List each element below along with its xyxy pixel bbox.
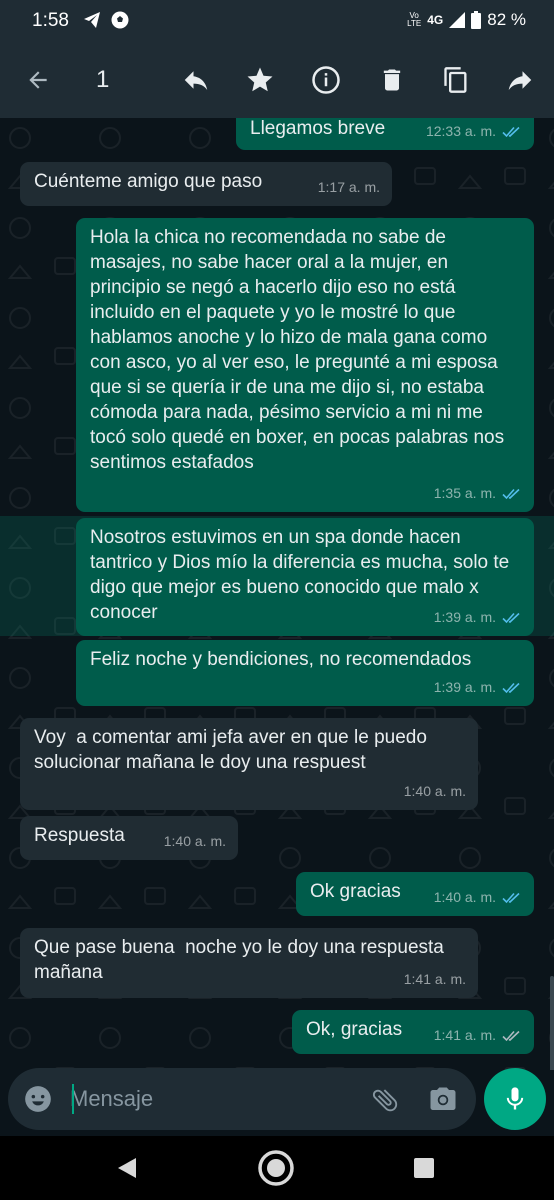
message-meta: 1:35 a. m. bbox=[434, 481, 522, 506]
mic-icon bbox=[506, 1087, 524, 1110]
telegram-icon bbox=[84, 12, 100, 28]
forward-button[interactable] bbox=[502, 62, 538, 98]
message-meta: 12:33 a. m. bbox=[426, 119, 522, 144]
outgoing-message[interactable]: Ok, gracias 1:41 a. m. bbox=[292, 1010, 534, 1054]
copy-icon bbox=[444, 67, 467, 93]
message-time: 1:41 a. m. bbox=[403, 971, 466, 987]
message-time: 1:41 a. m. bbox=[433, 1027, 496, 1043]
delete-button[interactable] bbox=[374, 62, 410, 98]
battery-icon bbox=[471, 11, 482, 29]
info-button[interactable] bbox=[308, 62, 344, 98]
message-text: Hola la chica no recomendada no sabe de … bbox=[90, 227, 510, 473]
mic-button[interactable] bbox=[484, 1068, 546, 1130]
message-meta: 1:39 a. m. bbox=[434, 605, 522, 630]
message-meta: 1:17 a. m. bbox=[318, 175, 380, 200]
outgoing-message[interactable]: Ok gracias 1:40 a. m. bbox=[296, 872, 534, 916]
status-time: 1:58 bbox=[32, 10, 69, 31]
message-meta: 1:40 a. m. bbox=[404, 779, 466, 804]
trash-icon bbox=[383, 69, 401, 91]
camera-icon[interactable] bbox=[428, 1085, 458, 1115]
status-bar: 1:58 Vo LTE 4G 82 % bbox=[0, 0, 554, 42]
reply-button[interactable] bbox=[178, 62, 214, 98]
outgoing-message[interactable]: Feliz noche y bendiciones, no recomendad… bbox=[76, 640, 534, 706]
read-ticks-icon bbox=[502, 488, 520, 499]
incoming-message[interactable]: Respuesta 1:40 a. m. bbox=[20, 816, 238, 860]
soccer-ball-icon bbox=[111, 11, 129, 29]
message-meta: 1:40 a. m. bbox=[164, 829, 226, 854]
volte-indicator: Vo LTE bbox=[407, 11, 422, 28]
selected-count: 1 bbox=[96, 66, 110, 93]
battery-percent: 82 % bbox=[487, 10, 526, 29]
message-time: 1:35 a. m. bbox=[433, 485, 496, 501]
message-time: 1:39 a. m. bbox=[433, 679, 496, 695]
outgoing-message[interactable]: Llegamos breve 12:33 a. m. bbox=[236, 118, 534, 150]
delivered-ticks-icon bbox=[502, 1030, 520, 1041]
back-arrow-icon bbox=[29, 71, 47, 89]
android-nav-bar bbox=[0, 1136, 554, 1200]
read-ticks-icon bbox=[502, 126, 520, 137]
message-meta: 1:41 a. m. bbox=[434, 1023, 522, 1048]
message-composer bbox=[8, 1068, 476, 1130]
message-input[interactable] bbox=[70, 1082, 320, 1116]
read-ticks-icon bbox=[502, 682, 520, 693]
message-meta: 1:40 a. m. bbox=[434, 885, 522, 910]
nav-recents-icon[interactable] bbox=[414, 1158, 434, 1178]
incoming-message[interactable]: Voy a comentar ami jefa aver en que le p… bbox=[20, 718, 478, 810]
message-time: 1:39 a. m. bbox=[433, 609, 496, 625]
star-icon bbox=[247, 67, 273, 92]
signal-icon bbox=[449, 12, 466, 28]
message-time: 12:33 a. m. bbox=[425, 123, 496, 139]
network-type: 4G bbox=[427, 13, 444, 27]
emoji-icon[interactable] bbox=[24, 1085, 52, 1113]
star-button[interactable] bbox=[242, 62, 278, 98]
selection-toolbar: 1 bbox=[0, 42, 554, 118]
nav-back-icon[interactable] bbox=[116, 1156, 138, 1180]
incoming-message[interactable]: Que pase buena noche yo le doy una respu… bbox=[20, 928, 478, 998]
message-time: 1:40 a. m. bbox=[433, 889, 496, 905]
back-button[interactable] bbox=[20, 62, 56, 98]
message-time: 1:40 a. m. bbox=[403, 783, 466, 799]
text-cursor bbox=[72, 1084, 74, 1114]
info-icon bbox=[312, 66, 340, 94]
copy-button[interactable] bbox=[438, 62, 474, 98]
message-text: Feliz noche y bendiciones, no recomendad… bbox=[90, 649, 472, 670]
message-meta: 1:41 a. m. bbox=[404, 967, 466, 992]
attach-icon[interactable] bbox=[370, 1085, 400, 1115]
message-text: Que pase buena noche yo le doy una respu… bbox=[34, 937, 450, 983]
read-ticks-icon bbox=[502, 892, 520, 903]
message-meta: 1:39 a. m. bbox=[434, 675, 522, 700]
chat-area[interactable]: Llegamos breve 12:33 a. m. Cuénteme amigo … bbox=[0, 118, 554, 1070]
incoming-message[interactable]: Cuénteme amigo que paso 1:17 a. m. bbox=[20, 162, 392, 206]
message-time: 1:40 a. m. bbox=[163, 833, 226, 849]
message-text: Voy a comentar ami jefa aver en que le p… bbox=[34, 727, 433, 773]
reply-icon bbox=[184, 71, 208, 90]
scrollbar[interactable] bbox=[550, 976, 554, 1070]
message-time: 1:17 a. m. bbox=[317, 179, 380, 195]
read-ticks-icon bbox=[502, 612, 520, 623]
outgoing-message[interactable]: Nosotros estuvimos en un spa donde hacen… bbox=[76, 518, 534, 636]
outgoing-message[interactable]: Hola la chica no recomendada no sabe de … bbox=[76, 218, 534, 512]
forward-icon bbox=[508, 71, 532, 90]
nav-home-icon[interactable] bbox=[256, 1148, 296, 1188]
